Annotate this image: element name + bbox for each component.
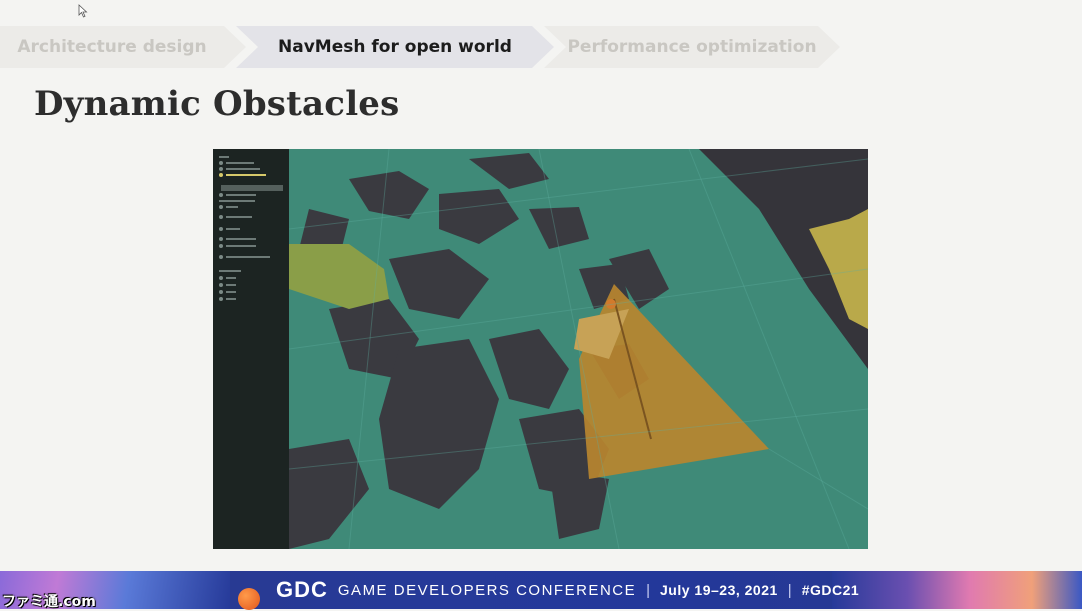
panel-row bbox=[219, 297, 236, 301]
breadcrumb: Architecture design NavMesh for open wor… bbox=[0, 26, 860, 68]
breadcrumb-label: NavMesh for open world bbox=[278, 37, 512, 57]
panel-row bbox=[219, 290, 236, 294]
panel-row bbox=[219, 205, 238, 209]
conference-name: GAME DEVELOPERS CONFERENCE bbox=[337, 581, 637, 599]
conference-dates: July 19–23, 2021 bbox=[660, 582, 778, 598]
gdc-footer-banner: GDC GAME DEVELOPERS CONFERENCE | July 19… bbox=[0, 571, 1082, 609]
orange-planet-icon bbox=[238, 588, 260, 610]
breadcrumb-item-performance-optimization: Performance optimization bbox=[544, 26, 840, 68]
panel-row bbox=[219, 237, 256, 241]
panel-row bbox=[219, 283, 236, 287]
panel-row bbox=[219, 215, 252, 219]
conference-hashtag: #GDC21 bbox=[801, 582, 860, 598]
slide-title: Dynamic Obstacles bbox=[34, 84, 400, 124]
breadcrumb-item-architecture-design: Architecture design bbox=[0, 26, 246, 68]
breadcrumb-label: Performance optimization bbox=[567, 37, 817, 57]
panel-row bbox=[219, 167, 260, 171]
panel-row bbox=[219, 173, 266, 177]
panel-row bbox=[219, 244, 256, 248]
panel-row bbox=[219, 193, 256, 197]
panel-row bbox=[219, 199, 255, 203]
mouse-cursor-icon bbox=[78, 4, 88, 18]
separator: | bbox=[646, 581, 651, 599]
navmesh-scene bbox=[289, 149, 868, 549]
panel-selected-row bbox=[221, 185, 283, 191]
breadcrumb-item-navmesh-open-world: NavMesh for open world bbox=[236, 26, 554, 68]
separator: | bbox=[787, 581, 792, 599]
panel-row bbox=[219, 276, 236, 280]
editor-side-panel bbox=[213, 149, 289, 549]
panel-row bbox=[219, 255, 270, 259]
gdc-logo: GDC bbox=[276, 577, 328, 602]
panel-row bbox=[219, 155, 229, 159]
footer-text: GDC GAME DEVELOPERS CONFERENCE | July 19… bbox=[276, 571, 859, 609]
footer-art-right bbox=[832, 571, 1082, 609]
panel-row bbox=[219, 227, 240, 231]
watermark: ファミ通.com bbox=[2, 594, 96, 610]
panel-row bbox=[219, 269, 241, 273]
breadcrumb-label: Architecture design bbox=[17, 37, 207, 57]
navmesh-screenshot bbox=[213, 149, 868, 549]
panel-row bbox=[219, 161, 254, 165]
